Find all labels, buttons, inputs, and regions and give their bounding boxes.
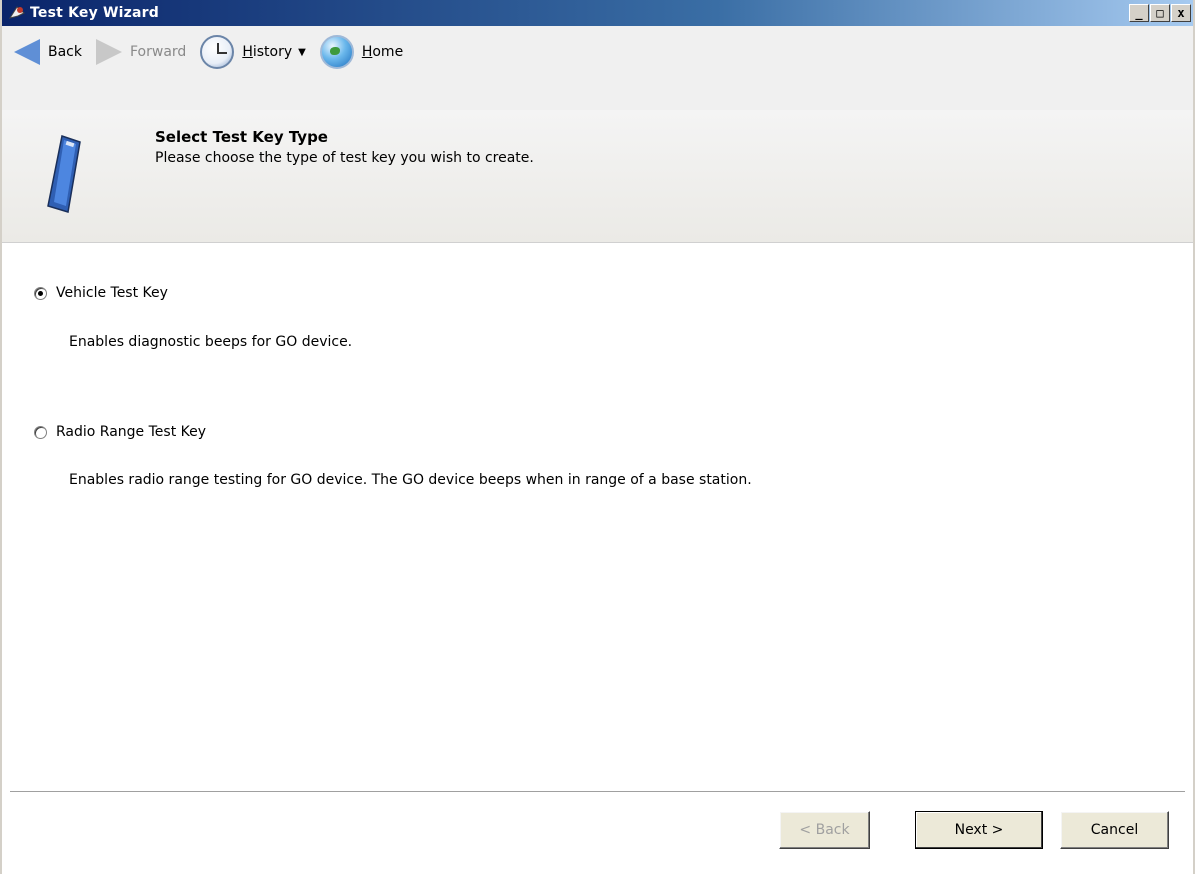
test-key-icon — [46, 132, 82, 216]
home-button[interactable]: Home — [319, 35, 404, 69]
forward-nav-button[interactable]: Forward — [96, 39, 186, 65]
radio-range-test-key-description: Enables radio range testing for GO devic… — [69, 472, 752, 488]
option-radio-range-test-key[interactable]: Radio Range Test Key — [34, 424, 206, 440]
globe-icon — [319, 35, 354, 69]
arrow-right-icon — [96, 39, 122, 65]
vehicle-test-key-description: Enables diagnostic beeps for GO device. — [69, 334, 353, 350]
vehicle-test-key-radio[interactable] — [34, 286, 47, 300]
history-button[interactable]: History ▼ — [200, 35, 306, 69]
history-label: History — [242, 44, 293, 60]
wizard-header: Select Test Key Type Please choose the t… — [2, 110, 1193, 243]
maximize-button[interactable]: □ — [1150, 4, 1170, 22]
close-button[interactable]: x — [1171, 4, 1191, 22]
radio-range-test-key-label[interactable]: Radio Range Test Key — [56, 424, 206, 440]
header-subtitle: Please choose the type of test key you w… — [155, 150, 534, 166]
dropdown-caret-icon[interactable]: ▼ — [298, 47, 306, 58]
back-button[interactable]: < Back — [779, 811, 870, 849]
app-icon — [8, 4, 26, 22]
next-button[interactable]: Next > — [915, 811, 1043, 849]
cancel-button[interactable]: Cancel — [1060, 811, 1169, 849]
home-label: Home — [361, 44, 404, 60]
header-title: Select Test Key Type — [155, 128, 328, 146]
back-nav-button[interactable]: Back — [2, 39, 82, 65]
option-vehicle-test-key[interactable]: Vehicle Test Key — [34, 285, 168, 301]
minimize-button[interactable]: _ — [1129, 4, 1149, 22]
footer-divider — [10, 791, 1185, 793]
vehicle-test-key-label[interactable]: Vehicle Test Key — [56, 285, 168, 301]
navigation-toolbar: Back Forward History ▼ Home — [2, 26, 1193, 110]
title-bar[interactable]: Test Key Wizard _ □ x — [2, 0, 1193, 26]
wizard-window: Test Key Wizard _ □ x Back Forward Histo… — [0, 0, 1195, 874]
forward-nav-label: Forward — [130, 44, 187, 60]
arrow-left-icon — [14, 39, 40, 65]
window-title: Test Key Wizard — [30, 5, 159, 21]
back-nav-label: Back — [48, 44, 82, 60]
radio-range-test-key-radio[interactable] — [34, 425, 47, 439]
clock-icon — [200, 35, 235, 69]
